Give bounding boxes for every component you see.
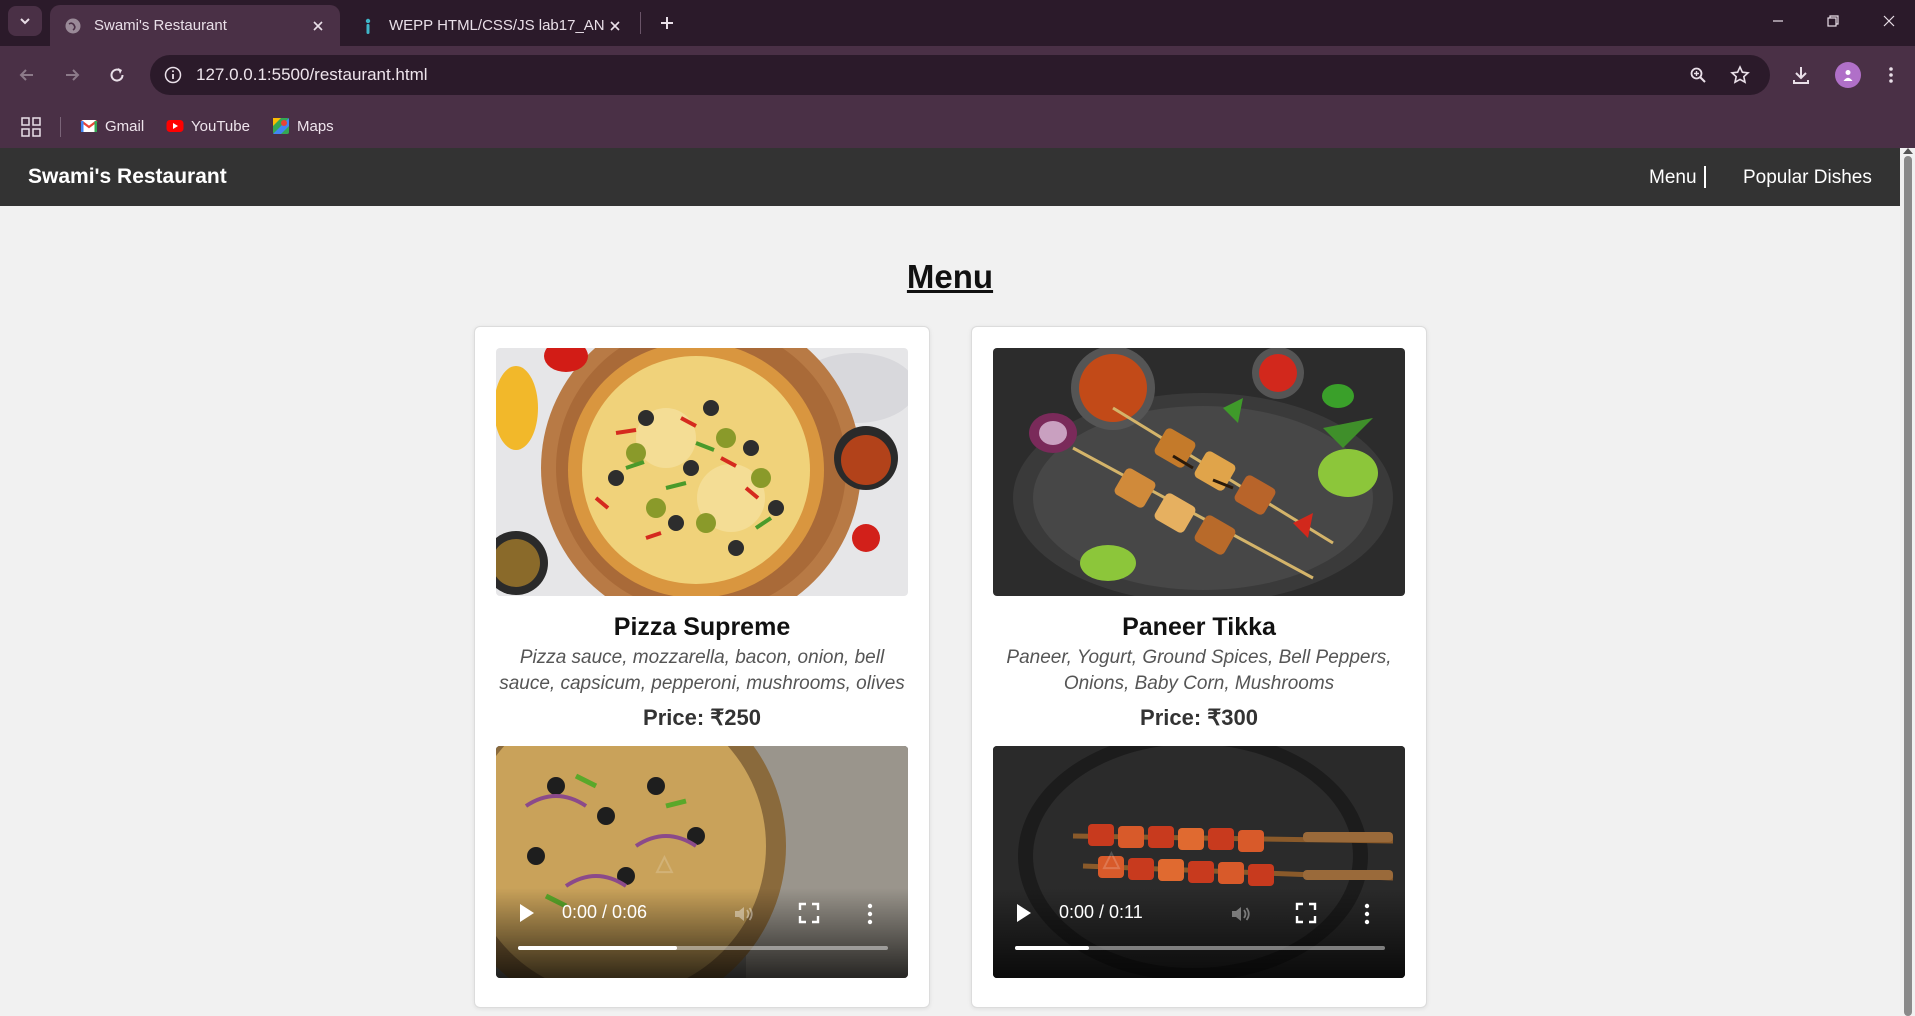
nav-link-menu[interactable]: Menu xyxy=(1649,167,1697,189)
browser-menu-button[interactable] xyxy=(1874,58,1908,92)
more-vertical-icon xyxy=(1889,67,1893,83)
volume-icon[interactable] xyxy=(1229,902,1253,926)
bookmark-label: Maps xyxy=(297,117,334,135)
bookmark-label: Gmail xyxy=(105,117,145,135)
restore-button[interactable] xyxy=(1810,4,1856,38)
minimize-icon xyxy=(1773,20,1783,22)
volume-icon[interactable] xyxy=(732,902,756,926)
pizza-image xyxy=(496,348,908,596)
close-tab-icon[interactable] xyxy=(308,16,328,36)
profile-icon xyxy=(1843,70,1853,81)
fullscreen-icon[interactable] xyxy=(798,902,820,924)
arrow-left-icon xyxy=(19,69,33,81)
site-brand[interactable]: Swami's Restaurant xyxy=(28,165,227,189)
dish-description: Pizza sauce, mozzarella, bacon, onion, b… xyxy=(499,647,905,694)
play-icon[interactable] xyxy=(1017,904,1031,922)
page-viewport: Swami's Restaurant Menu Popular Dishes M… xyxy=(0,148,1900,1012)
video-controls xyxy=(496,888,908,978)
reload-icon xyxy=(110,68,124,82)
close-icon xyxy=(1883,15,1895,27)
menu-card-pizza-supreme: Pizza Supreme Pizza sauce, mozzarella, b… xyxy=(474,326,930,1008)
bookmark-gmail[interactable]: Gmail xyxy=(80,114,144,138)
watermark: △ xyxy=(1103,846,1120,871)
close-tab-icon[interactable] xyxy=(605,16,625,36)
nav-link-popular-dishes[interactable]: Popular Dishes xyxy=(1743,167,1872,189)
video-time: 0:00 / 0:11 xyxy=(1059,902,1143,922)
new-tab-button[interactable] xyxy=(652,8,682,38)
tab-title: WEPP HTML/CSS/JS lab17_ANP xyxy=(389,17,605,34)
dish-name: Paneer Tikka xyxy=(1122,613,1276,641)
bookmark-maps[interactable]: Maps xyxy=(272,114,334,138)
bookmark-star-icon[interactable] xyxy=(1728,63,1752,87)
bookmarks-separator xyxy=(60,117,61,137)
video-controls xyxy=(993,888,1405,978)
plus-icon xyxy=(661,17,673,29)
more-vertical-icon[interactable] xyxy=(1363,902,1371,926)
download-icon xyxy=(1793,67,1809,84)
tab-search-button[interactable] xyxy=(8,6,42,36)
tab-separator xyxy=(640,12,641,34)
browser-toolbar: 127.0.0.1:5500/restaurant.html Gmail You… xyxy=(0,46,1915,150)
menu-card-paneer-tikka: Paneer Tikka Paneer, Yogurt, Ground Spic… xyxy=(971,326,1427,1008)
youtube-icon xyxy=(166,120,184,132)
site-info-icon[interactable] xyxy=(162,64,184,86)
video-time: 0:00 / 0:06 xyxy=(562,902,648,922)
bookmark-label: YouTube xyxy=(191,117,250,135)
close-window-button[interactable] xyxy=(1866,4,1912,38)
scroll-up-arrow-icon[interactable] xyxy=(1903,148,1913,154)
tab-swamis-restaurant[interactable]: Swami's Restaurant xyxy=(50,5,340,46)
arrow-right-icon xyxy=(66,69,80,81)
gmail-icon xyxy=(80,120,98,132)
fullscreen-icon[interactable] xyxy=(1295,902,1317,924)
minimize-button[interactable] xyxy=(1755,4,1801,38)
page-scrollbar[interactable] xyxy=(1900,148,1915,1016)
scrollbar-thumb[interactable] xyxy=(1904,156,1912,1016)
zoom-icon[interactable] xyxy=(1686,63,1710,87)
profile-button[interactable] xyxy=(1831,58,1865,92)
dish-video-player[interactable]: △ 0:00 / 0:06 xyxy=(496,746,908,978)
site-navbar: Swami's Restaurant Menu Popular Dishes xyxy=(0,148,1900,206)
restore-icon xyxy=(1827,15,1839,27)
browser-tabstrip: Swami's Restaurant WEPP HTML/CSS/JS lab1… xyxy=(0,0,1915,46)
reload-button[interactable] xyxy=(100,58,134,92)
video-progress-track[interactable] xyxy=(518,946,888,950)
dish-name: Pizza Supreme xyxy=(613,613,791,641)
paneer-tikka-image xyxy=(993,348,1405,596)
video-progress-fill xyxy=(1015,946,1089,950)
person-icon xyxy=(365,18,371,34)
bookmark-youtube[interactable]: YouTube xyxy=(166,114,250,138)
more-vertical-icon[interactable] xyxy=(866,902,874,926)
downloads-button[interactable] xyxy=(1784,58,1818,92)
url-text[interactable]: 127.0.0.1:5500/restaurant.html xyxy=(196,65,428,85)
dish-video-player[interactable]: △ 0:00 / 0:11 xyxy=(993,746,1405,978)
dish-description: Paneer, Yogurt, Ground Spices, Bell Pepp… xyxy=(1006,647,1392,694)
avatar xyxy=(1835,62,1861,88)
chevron-down-icon xyxy=(20,18,30,25)
tab-title: Swami's Restaurant xyxy=(94,17,227,34)
play-icon[interactable] xyxy=(520,904,534,922)
video-progress-track[interactable] xyxy=(1015,946,1385,950)
maps-icon xyxy=(273,118,289,134)
globe-icon xyxy=(65,18,81,33)
back-button[interactable] xyxy=(10,58,44,92)
dish-price: Price: ₹250 xyxy=(643,705,761,730)
nav-divider xyxy=(1704,166,1706,188)
dish-price: Price: ₹300 xyxy=(1140,705,1258,730)
watermark: △ xyxy=(656,850,673,875)
forward-button[interactable] xyxy=(55,58,89,92)
video-progress-fill xyxy=(518,946,678,950)
page-title: Menu xyxy=(906,258,994,295)
bookmarks-bar: Gmail YouTube Maps xyxy=(0,106,1915,146)
tab-wepp-lab[interactable]: WEPP HTML/CSS/JS lab17_ANP xyxy=(345,5,637,46)
apps-grid-icon[interactable] xyxy=(20,116,42,138)
address-bar[interactable]: 127.0.0.1:5500/restaurant.html xyxy=(150,55,1770,95)
